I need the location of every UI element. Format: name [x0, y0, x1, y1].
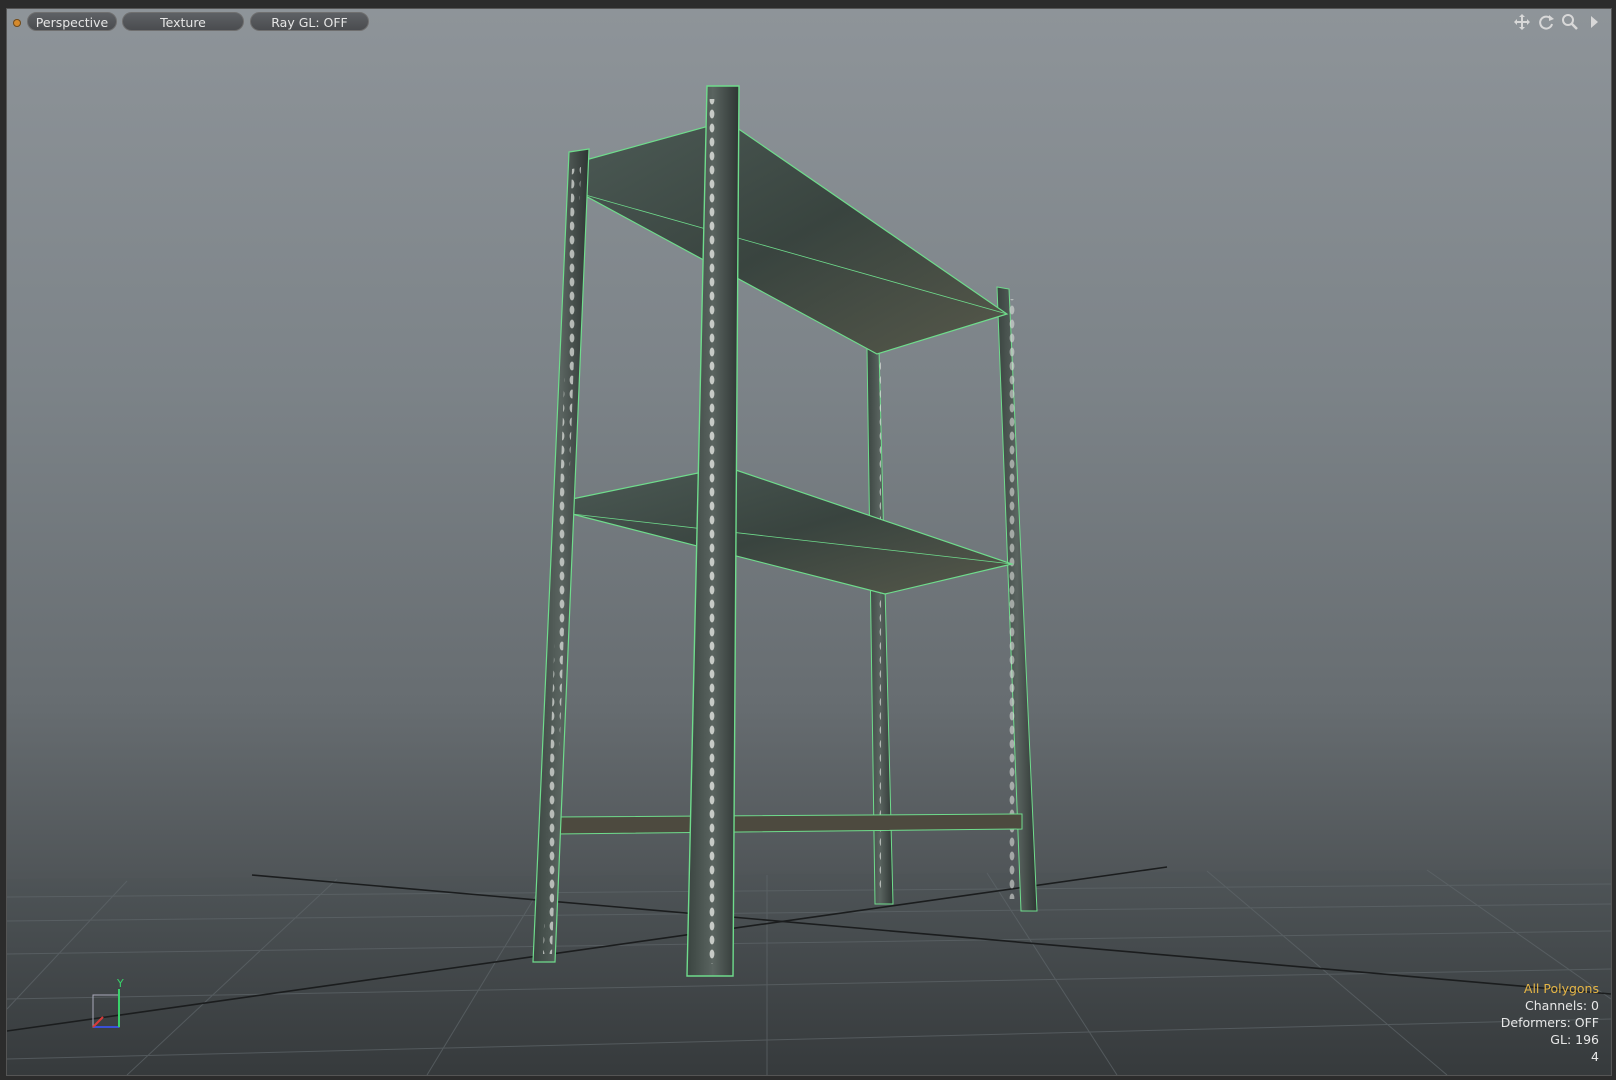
- scene-render: [7, 85, 1611, 1075]
- expand-arrow-icon[interactable]: [1585, 13, 1603, 31]
- viewport-hud: All Polygons Channels: 0 Deformers: OFF …: [1501, 980, 1599, 1065]
- viewport-toolbar: Perspective Texture Ray GL: OFF: [7, 9, 1611, 37]
- channels-label: Channels: 0: [1525, 998, 1599, 1013]
- viewport-nav-icons: [1513, 13, 1603, 31]
- app-frame: Perspective Texture Ray GL: OFF Y All Po…: [0, 0, 1616, 1080]
- axis-y-label: Y: [116, 977, 124, 990]
- floor-grid: [7, 866, 1611, 1075]
- gl-count-label: GL: 196: [1550, 1032, 1599, 1047]
- zoom-view-icon[interactable]: [1561, 13, 1579, 31]
- texture-button[interactable]: Texture: [122, 12, 244, 31]
- shelves: [554, 120, 1023, 835]
- viewport-status-dot[interactable]: [13, 19, 21, 27]
- count-label: 4: [1591, 1049, 1599, 1064]
- 3d-viewport[interactable]: Perspective Texture Ray GL: OFF Y All Po…: [6, 8, 1612, 1076]
- deformers-label: Deformers: OFF: [1500, 1015, 1599, 1030]
- axis-gizmo: Y: [92, 977, 124, 1028]
- ray-gl-button[interactable]: Ray GL: OFF: [250, 12, 369, 31]
- selection-mode-label: All Polygons: [1523, 981, 1599, 996]
- rotate-view-icon[interactable]: [1537, 13, 1555, 31]
- move-view-icon[interactable]: [1513, 13, 1531, 31]
- perspective-button[interactable]: Perspective: [27, 12, 117, 31]
